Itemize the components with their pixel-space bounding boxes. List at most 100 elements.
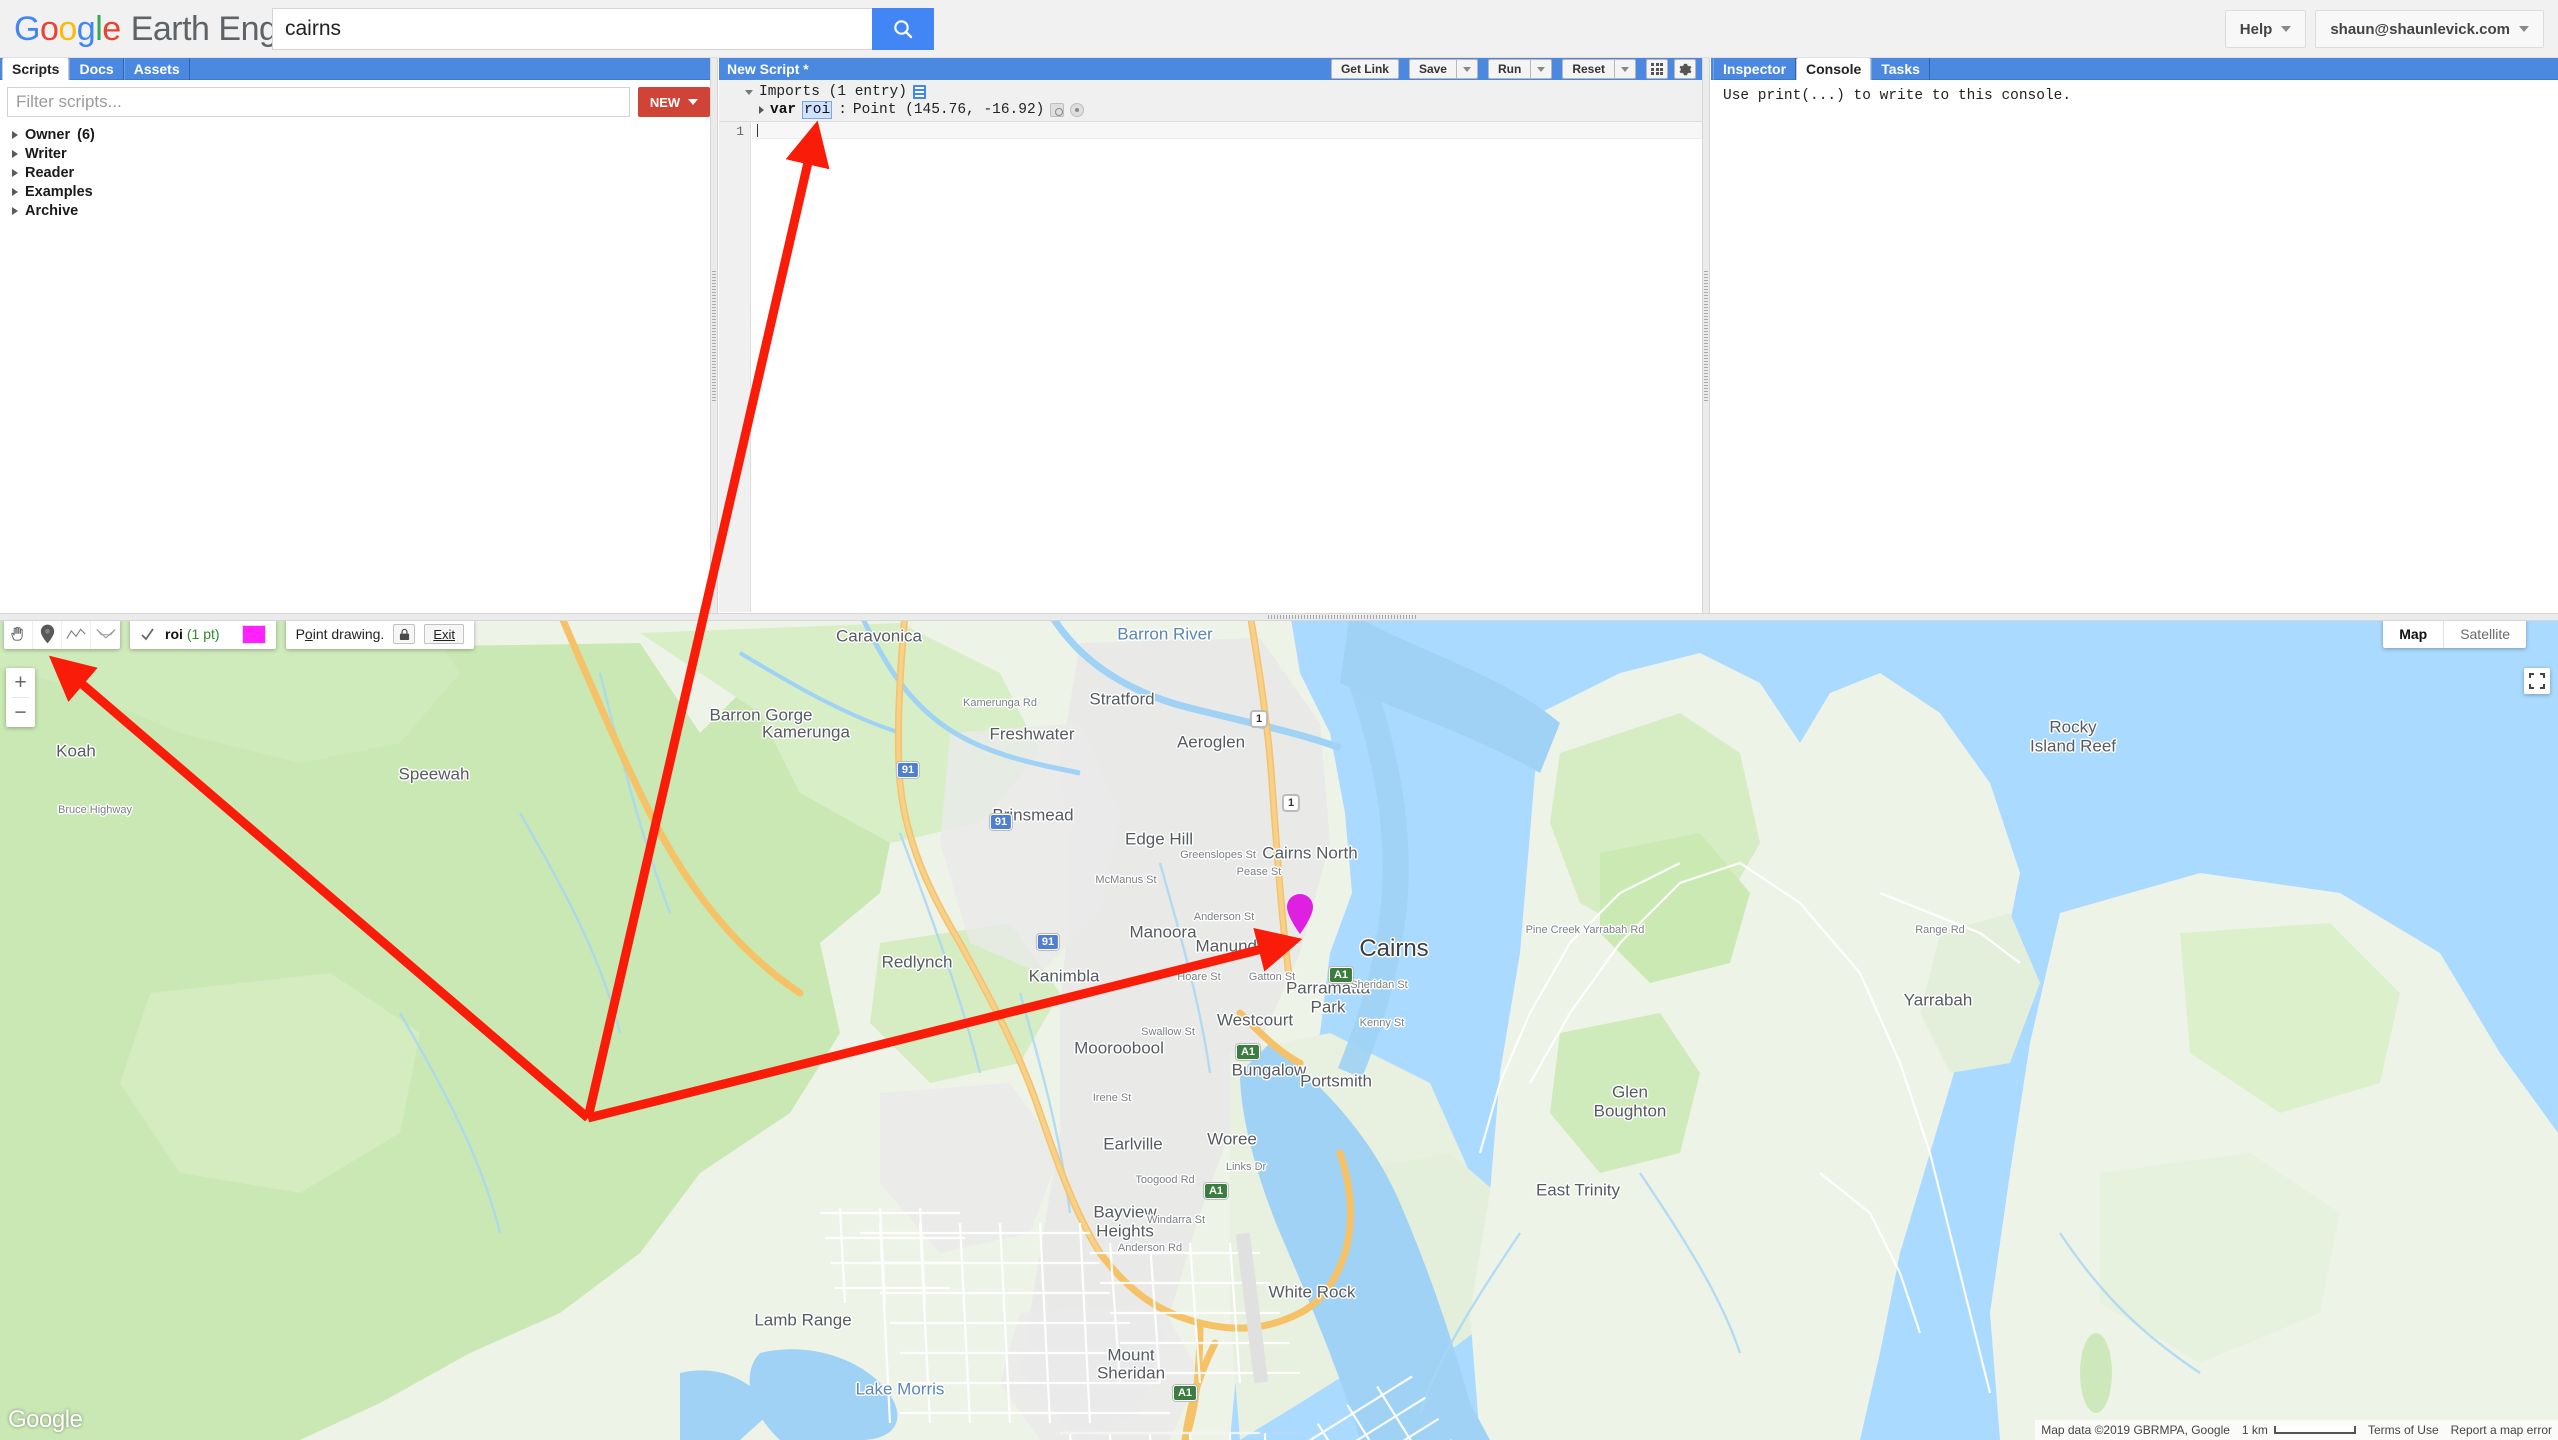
roi-layer-chip[interactable]: roi (1 pt) [130, 619, 276, 649]
gear-icon [1679, 63, 1691, 75]
map-place-label: Manoora [1129, 922, 1197, 942]
save-dropdown-button[interactable] [1455, 59, 1478, 79]
map-place-label: Stratford [1089, 689, 1155, 709]
map-canvas[interactable]: Koah Caravonica Kamerunga Barron Gorge Strat… [0, 613, 2558, 1440]
tab-inspector[interactable]: Inspector [1713, 58, 1797, 80]
tab-docs[interactable]: Docs [69, 58, 124, 80]
map-place-label: Speewah [398, 764, 470, 784]
run-button[interactable]: Run [1487, 59, 1531, 79]
map-place-label: Rocky [2049, 717, 2097, 737]
tree-item-owner[interactable]: Owner (6) [12, 125, 717, 144]
zoom-in-button[interactable]: + [6, 668, 35, 697]
new-script-button[interactable]: NEW [638, 87, 710, 117]
map-place-label: Bruce Highway [58, 803, 132, 816]
chevron-down-icon [2519, 26, 2529, 32]
code-line-1[interactable] [752, 122, 1702, 139]
splitter-scripts-editor[interactable] [710, 58, 718, 613]
editor-toolbar: Get Link Save Run Reset [1330, 59, 1696, 79]
geometry-tools [4, 619, 120, 649]
import-value: Point (145.76, -16.92) [852, 102, 1045, 118]
chevron-down-icon [745, 89, 753, 95]
tree-item-archive[interactable]: Archive [12, 201, 717, 220]
reset-dropdown-button[interactable] [1614, 59, 1636, 79]
map-type-satellite[interactable]: Satellite [2444, 619, 2526, 648]
map-type-map[interactable]: Map [2383, 619, 2445, 648]
report-map-error-link[interactable]: Report a map error [2444, 1420, 2558, 1440]
tab-assets[interactable]: Assets [123, 58, 190, 80]
terms-of-use-link[interactable]: Terms of Use [2361, 1420, 2445, 1440]
map-place-label: Glen [1612, 1082, 1648, 1102]
center-target-icon[interactable] [1070, 103, 1085, 117]
import-variable-name[interactable]: roi [802, 101, 833, 119]
tab-scripts[interactable]: Scripts [2, 58, 70, 80]
layer-color-swatch[interactable] [241, 624, 266, 644]
zoom-out-button[interactable]: − [6, 698, 35, 727]
tree-item-writer[interactable]: Writer [12, 144, 717, 163]
road-shield: 1 [1282, 794, 1300, 812]
chevron-down-icon [2281, 26, 2292, 32]
lock-button[interactable] [393, 624, 416, 644]
map-place-label: McManus St [1095, 873, 1157, 886]
imports-header-row[interactable]: Imports (1 entry) [719, 83, 1702, 101]
text-cursor [757, 124, 758, 137]
tab-tasks[interactable]: Tasks [1871, 58, 1930, 80]
layer-name: roi [165, 626, 183, 642]
import-entry-roi[interactable]: var roi: Point (145.76, -16.92) [719, 101, 1702, 119]
tree-count: (6) [77, 126, 95, 143]
chevron-right-icon [12, 130, 18, 139]
get-link-button[interactable]: Get Link [1330, 59, 1399, 79]
panels-row: Scripts Docs Assets NEW Owner (6) [0, 58, 2558, 613]
map-place-label: Irene St [1092, 1091, 1132, 1104]
map-place-label: Westcourt [1216, 1010, 1294, 1030]
chevron-down-icon [1621, 66, 1629, 72]
map-scale-bar: 1 km [2235, 1420, 2362, 1440]
roi-map-marker[interactable] [1285, 893, 1315, 940]
save-button[interactable]: Save [1408, 59, 1456, 79]
tab-console[interactable]: Console [1796, 58, 1872, 80]
check-icon [141, 628, 154, 640]
road-shield: 91 [896, 761, 920, 779]
run-dropdown-button[interactable] [1530, 59, 1553, 79]
tree-item-reader[interactable]: Reader [12, 163, 717, 182]
apps-grid-button[interactable] [1646, 59, 1668, 79]
marker-point-tool[interactable] [33, 619, 62, 649]
exit-drawing-button[interactable]: Exit [424, 624, 464, 644]
editor-settings-button[interactable] [1674, 59, 1696, 79]
splitter-grip [712, 270, 716, 401]
map-place-label: East Trinity [1535, 1180, 1621, 1200]
map-place-label: Bungalow [1231, 1060, 1307, 1080]
map-place-label: Woree [1207, 1129, 1257, 1149]
map-place-label: White Rock [1268, 1282, 1356, 1302]
road-shield: A1 [1172, 1384, 1198, 1402]
drawing-status-chip: Point drawing. Exit [285, 619, 474, 649]
splitter-grip [1704, 270, 1708, 401]
script-title: New Script * [727, 61, 809, 77]
search-input[interactable] [272, 8, 872, 50]
help-button[interactable]: Help [2224, 10, 2307, 48]
fullscreen-button[interactable] [2524, 668, 2550, 694]
splitter-editor-console[interactable] [1702, 58, 1710, 613]
layer-checkbox[interactable] [140, 627, 155, 642]
reset-button[interactable]: Reset [1562, 59, 1614, 79]
search-button[interactable] [872, 8, 934, 50]
lock-icon [399, 628, 409, 640]
tree-item-examples[interactable]: Examples [12, 182, 717, 201]
code-area[interactable]: 1 [719, 122, 1702, 612]
gear-icon[interactable] [1050, 103, 1065, 117]
road-shield: A1 [1328, 966, 1354, 984]
splitter-panels-map[interactable] [0, 613, 2558, 621]
pan-hand-tool[interactable] [4, 619, 33, 649]
filter-scripts-input[interactable] [7, 87, 630, 117]
imports-header-label: Imports (1 entry) [759, 84, 907, 100]
map-area[interactable]: Koah Caravonica Kamerunga Barron Gorge Strat… [0, 613, 2558, 1440]
line-tool[interactable] [62, 619, 91, 649]
polygon-tool[interactable] [91, 619, 120, 649]
import-separator: : [838, 102, 847, 118]
imports-panel-icon[interactable] [912, 85, 926, 99]
map-place-label: Windarra St [1146, 1213, 1206, 1226]
tree-label: Writer [25, 145, 67, 162]
marker-pin-icon [1287, 894, 1313, 934]
map-place-label: Anderson St [1193, 910, 1255, 923]
map-attribution-bar: Map data ©2019 GBRMPA, Google 1 km Terms… [2035, 1420, 2558, 1440]
account-button[interactable]: shaun@shaunlevick.com [2315, 10, 2544, 48]
